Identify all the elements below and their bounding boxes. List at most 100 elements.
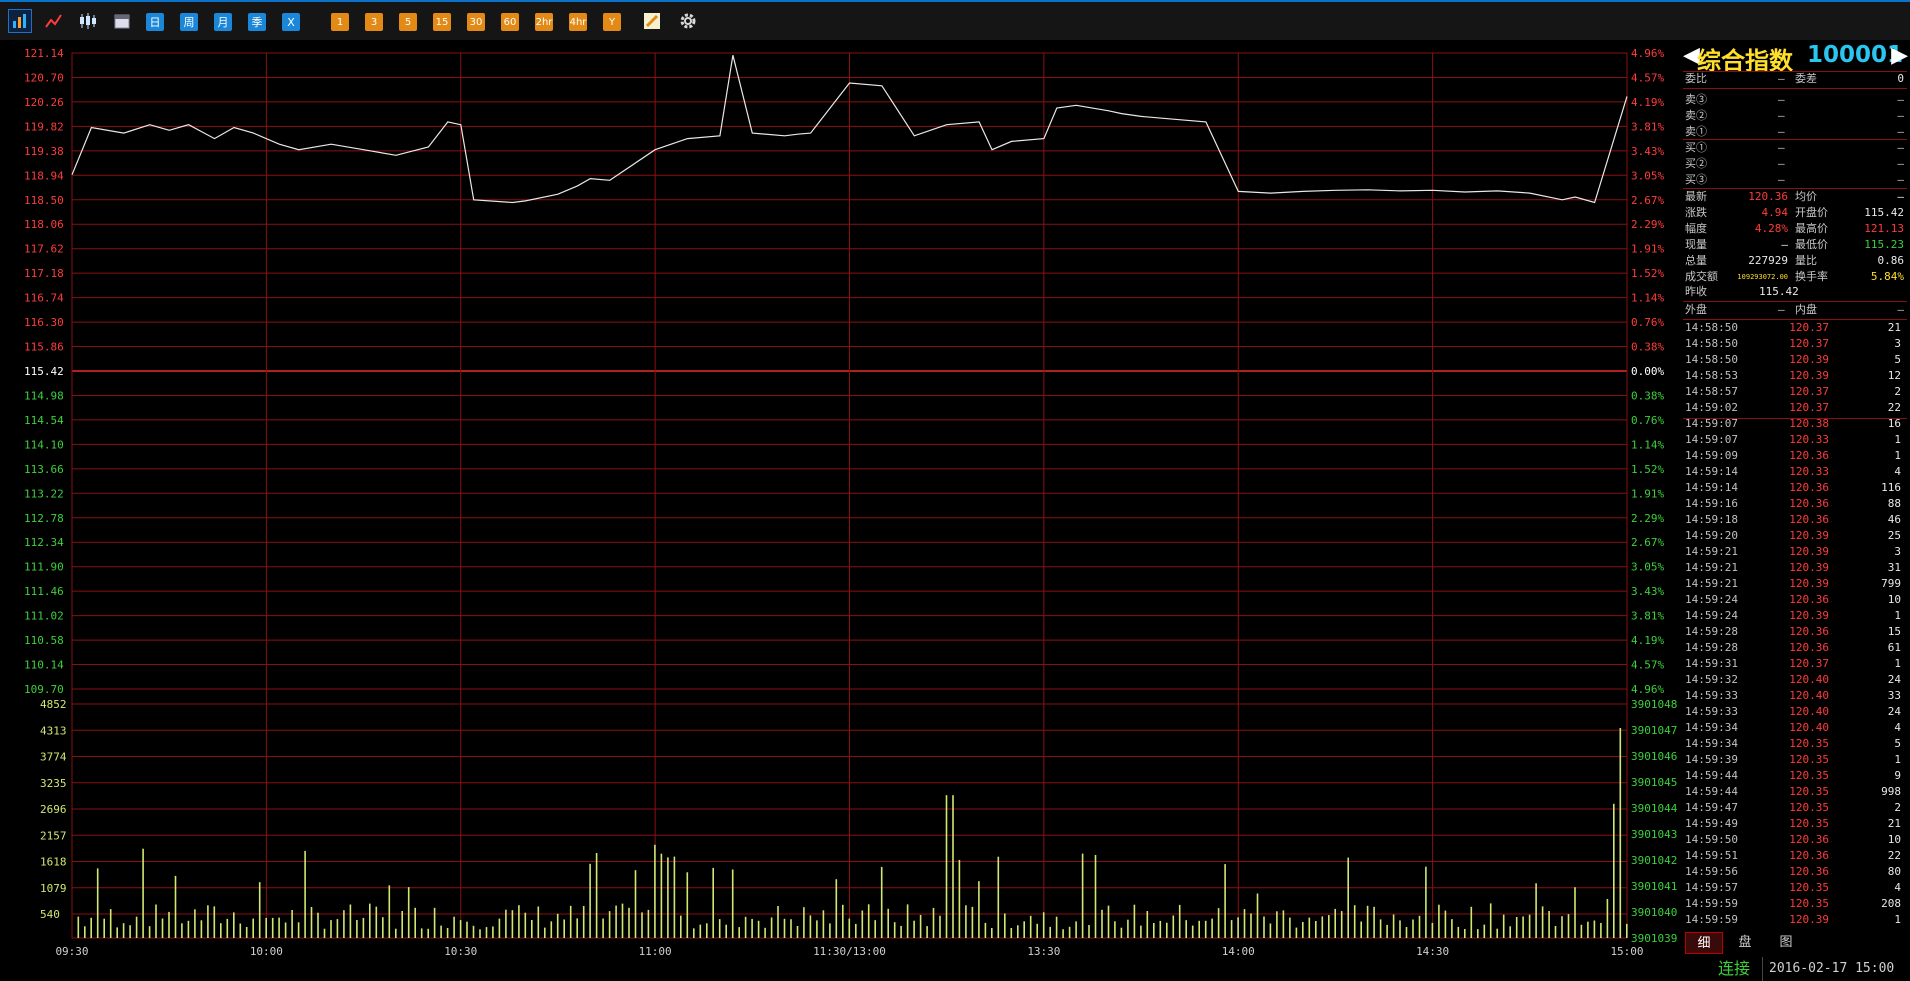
period-day-button[interactable]: 日 <box>146 13 164 31</box>
tick-price: 120.40 <box>1789 689 1829 702</box>
period-2hr-button[interactable]: 2hr <box>535 13 553 31</box>
volume-bar <box>757 920 760 938</box>
percent-tick-label: 1.91% <box>1631 487 1664 500</box>
tick-row: 14:59:02 120.37 22 <box>1683 400 1907 416</box>
percent-tick-label: 1.14% <box>1631 438 1664 451</box>
line-chart-icon[interactable] <box>42 9 66 33</box>
volume-bar <box>239 923 242 938</box>
volume-bar <box>1224 864 1226 938</box>
volume-bar <box>252 918 254 938</box>
volume-bar <box>155 904 157 938</box>
volume-bar <box>1496 928 1498 938</box>
volume-bar <box>200 920 203 938</box>
next-stock-icon[interactable]: ▶ <box>1891 43 1908 68</box>
tick-row: 14:59:28 120.36 15 <box>1683 624 1907 640</box>
volume-bar <box>803 907 805 938</box>
price-tick-label: 114.54 <box>24 414 64 427</box>
period-4hr-button[interactable]: 4hr <box>569 13 587 31</box>
tick-time: 14:59:57 <box>1685 881 1738 894</box>
tick-row: 14:59:28 120.36 61 <box>1683 640 1907 656</box>
panel-tab-0[interactable]: 细 <box>1685 932 1723 954</box>
toolbar: 日 周 月 季 X 1 3 5 15 30 60 2hr 4hr Y <box>0 0 1910 40</box>
volume-bar <box>1211 918 1213 938</box>
volume-bar <box>984 922 987 938</box>
volume-bar <box>1334 908 1336 938</box>
volume-right-tick-label: 3901048 <box>1631 698 1677 711</box>
bid-level-volume: — <box>1897 141 1904 154</box>
volume-bar <box>874 920 876 938</box>
candlestick-icon[interactable] <box>76 9 100 33</box>
period-year-button[interactable]: Y <box>603 13 621 31</box>
tick-volume: 21 <box>1887 817 1901 830</box>
calendar-icon[interactable] <box>110 9 134 33</box>
period-30min-button[interactable]: 30 <box>467 13 485 31</box>
prev-close-value: 115.42 <box>1759 285 1799 298</box>
tick-price: 120.36 <box>1789 593 1829 606</box>
tick-price: 120.39 <box>1789 577 1829 590</box>
period-x-button[interactable]: X <box>282 13 300 31</box>
price-tick-label: 111.02 <box>24 610 64 623</box>
volume-bar <box>168 911 170 938</box>
volume-right-tick-label: 3901044 <box>1631 802 1678 815</box>
intraday-chart-icon[interactable] <box>8 9 32 33</box>
tick-time: 14:59:33 <box>1685 689 1738 702</box>
period-quarter-button[interactable]: 季 <box>248 13 266 31</box>
time-tick-label: 11:00 <box>639 945 672 957</box>
period-3min-button[interactable]: 3 <box>365 13 383 31</box>
volume-bar <box>796 926 799 938</box>
volume-bar <box>84 926 86 938</box>
period-60min-button[interactable]: 60 <box>501 13 519 31</box>
period-5min-button[interactable]: 5 <box>399 13 417 31</box>
volume-bar <box>220 923 222 938</box>
tick-price: 120.39 <box>1789 913 1829 926</box>
quote-label: 现量 <box>1685 238 1707 251</box>
volume-bar <box>1580 924 1583 938</box>
volume-tick-label: 2696 <box>40 803 67 816</box>
tick-price: 120.35 <box>1789 817 1829 830</box>
volume-bar <box>1010 928 1013 938</box>
volume-bar <box>375 906 378 938</box>
volume-bar <box>142 848 144 938</box>
volume-bar <box>673 856 676 938</box>
volume-bar <box>965 905 967 938</box>
percent-tick-label: 4.96% <box>1631 683 1664 696</box>
volume-bar <box>233 912 235 938</box>
volume-bar <box>867 904 870 938</box>
volume-bar <box>109 909 112 938</box>
percent-tick-label: 4.19% <box>1631 634 1664 647</box>
tick-row: 14:59:47 120.35 2 <box>1683 800 1907 816</box>
percent-tick-label: 1.52% <box>1631 267 1664 280</box>
tick-price: 120.37 <box>1789 385 1829 398</box>
volume-bar <box>1042 912 1045 938</box>
volume-bar <box>1412 919 1414 938</box>
period-1min-button[interactable]: 1 <box>331 13 349 31</box>
tick-time: 14:59:20 <box>1685 529 1738 542</box>
panel-tab-1[interactable]: 盘 <box>1726 932 1764 954</box>
tick-time: 14:59:14 <box>1685 465 1738 478</box>
volume-bar <box>90 917 92 938</box>
draw-tool-icon[interactable] <box>640 9 664 33</box>
tick-volume: 15 <box>1887 625 1901 638</box>
price-tick-label: 117.18 <box>24 267 64 280</box>
volume-bar <box>1515 917 1518 938</box>
volume-bar <box>1509 926 1511 938</box>
volume-bar <box>1036 923 1038 938</box>
volume-right-tick-label: 3901041 <box>1631 880 1677 893</box>
tick-price: 120.35 <box>1789 897 1829 910</box>
tick-price: 120.35 <box>1789 881 1829 894</box>
period-day-button-label: 日 <box>149 16 161 29</box>
intraday-chart[interactable]: 121.14 4.96% 120.70 4.57% 120.26 4.19% 119.82 3… <box>0 40 1680 957</box>
volume-bar <box>1373 906 1375 938</box>
tick-time: 14:59:34 <box>1685 721 1738 734</box>
price-tick-label: 111.90 <box>24 561 64 574</box>
volume-bar <box>1094 855 1097 938</box>
panel-tab-2[interactable]: 图 <box>1767 932 1805 954</box>
period-month-button[interactable]: 月 <box>214 13 232 31</box>
period-15min-button[interactable]: 15 <box>433 13 451 31</box>
tick-volume: 22 <box>1887 401 1901 414</box>
tick-time: 14:59:31 <box>1685 657 1738 670</box>
tick-time: 14:59:02 <box>1685 401 1738 414</box>
period-week-button[interactable]: 周 <box>180 13 198 31</box>
volume-bar <box>887 908 889 938</box>
gear-icon[interactable] <box>676 9 700 33</box>
